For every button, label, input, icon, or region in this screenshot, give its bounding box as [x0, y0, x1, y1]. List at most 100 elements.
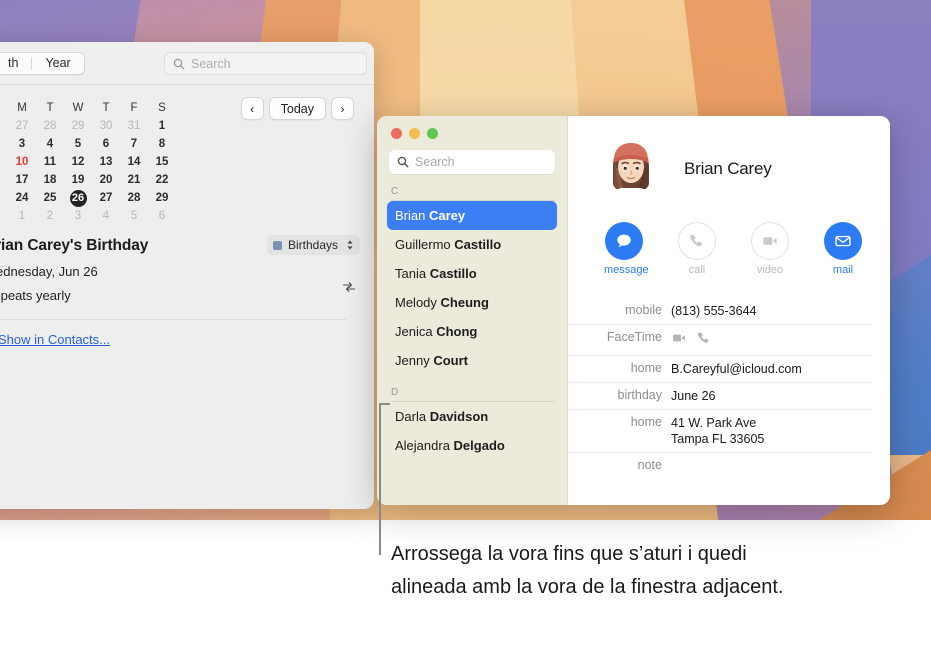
month-week-row: 30123456 — [0, 207, 178, 225]
day-cell[interactable]: 9 — [0, 153, 8, 171]
field-label: home — [630, 415, 662, 429]
contact-last-name: Davidson — [429, 409, 489, 424]
view-segmented-control[interactable]: th Year — [0, 51, 85, 75]
day-cell[interactable]: 29 — [64, 117, 92, 135]
contact-list-item[interactable]: Alejandra Delgado — [387, 431, 557, 460]
day-cell[interactable]: 23 — [0, 189, 8, 207]
contact-field-row[interactable]: home 41 W. Park Ave Tampa FL 33605 — [568, 409, 872, 452]
day-cell[interactable]: 15 — [148, 153, 176, 171]
day-cell[interactable]: 21 — [120, 171, 148, 189]
contact-list-item[interactable]: Guillermo Castillo — [387, 230, 557, 259]
day-cell[interactable]: 12 — [64, 153, 92, 171]
calendar-window: th Year Search ‹ Today › SMTWTFS 2627282… — [0, 42, 374, 509]
zoom-button-icon[interactable] — [427, 128, 438, 139]
month-week-row: 2627282930311 — [0, 117, 178, 135]
contact-list-item[interactable]: Tania Castillo — [387, 259, 557, 288]
contact-field-row[interactable]: mobile (813) 555-3644 — [568, 298, 872, 324]
field-value: (813) 555-3644 — [671, 303, 756, 319]
action-call[interactable]: call — [677, 222, 717, 276]
day-cell[interactable]: 8 — [148, 135, 176, 153]
contacts-window: Search C Brian Carey Guillermo Castillo Tan… — [377, 116, 890, 505]
day-cell[interactable]: 7 — [120, 135, 148, 153]
contact-detail-panel: Brian Carey message call video mail mobile (… — [568, 116, 890, 505]
contact-list-item[interactable]: Darla Davidson — [387, 402, 557, 431]
day-cell[interactable]: 2 — [36, 207, 64, 225]
day-cell[interactable]: 14 — [120, 153, 148, 171]
day-cell[interactable]: 27 — [8, 117, 36, 135]
day-cell[interactable]: 13 — [92, 153, 120, 171]
day-cell[interactable]: 10 — [8, 153, 36, 171]
segment-month[interactable]: th — [0, 53, 31, 74]
segment-year[interactable]: Year — [32, 53, 83, 74]
show-in-contacts-link[interactable]: Show in Contacts... — [0, 332, 110, 347]
contact-list-item[interactable]: Jenny Court — [387, 346, 557, 375]
contacts-search-placeholder: Search — [415, 155, 455, 169]
search-icon — [397, 156, 409, 168]
video-camera-icon[interactable] — [671, 330, 687, 350]
day-cell[interactable]: 22 — [148, 171, 176, 189]
action-message[interactable]: message — [604, 222, 649, 276]
weekday-label: W — [72, 102, 84, 114]
day-cell[interactable]: 2 — [0, 135, 8, 153]
day-cell[interactable]: 19 — [64, 171, 92, 189]
day-cell[interactable]: 25 — [36, 189, 64, 207]
contact-card-header: Brian Carey — [568, 116, 890, 200]
contact-list-item[interactable]: Brian Carey — [387, 201, 557, 230]
contact-field-row[interactable]: birthday June 26 — [568, 382, 872, 409]
day-cell[interactable]: 5 — [64, 135, 92, 153]
day-cell[interactable]: 6 — [148, 207, 176, 225]
contacts-sidebar: Search C Brian Carey Guillermo Castillo Tan… — [377, 116, 568, 505]
day-cell[interactable]: 3 — [64, 207, 92, 225]
calendar-selector-popup[interactable]: Birthdays — [266, 235, 360, 255]
day-cell[interactable]: 20 — [92, 171, 120, 189]
contact-list-item[interactable]: Jenica Chong — [387, 317, 557, 346]
phone-icon[interactable] — [696, 330, 712, 350]
month-grid: SMTWTFS 26272829303112345678910111213141… — [0, 85, 188, 229]
day-cell[interactable]: 4 — [92, 207, 120, 225]
contact-field-row[interactable]: FaceTime — [568, 324, 872, 355]
day-cell[interactable]: 18 — [36, 171, 64, 189]
contact-fields: mobile (813) 555-3644 FaceTime home B.Careyf… — [568, 298, 872, 477]
day-cell[interactable]: 1 — [8, 207, 36, 225]
day-cell[interactable]: 28 — [36, 117, 64, 135]
day-cell[interactable]: 26 — [0, 117, 8, 135]
day-cell[interactable]: 1 — [148, 117, 176, 135]
field-value: B.Careyful@icloud.com — [671, 361, 802, 377]
day-cell[interactable]: 3 — [8, 135, 36, 153]
calendar-search-field[interactable]: Search — [164, 52, 367, 75]
day-cell[interactable]: 16 — [0, 171, 8, 189]
next-month-button[interactable]: › — [331, 97, 354, 120]
day-cell[interactable]: 31 — [120, 117, 148, 135]
message-bubble-icon — [605, 222, 643, 260]
contact-list-item[interactable]: Melody Cheung — [387, 288, 557, 317]
chevron-updown-icon — [346, 239, 354, 251]
contact-field-row[interactable]: note — [568, 452, 872, 477]
contact-first-name: Jenny — [395, 353, 434, 368]
day-cell[interactable]: 28 — [120, 189, 148, 207]
day-cell[interactable]: 30 — [92, 117, 120, 135]
divider — [0, 319, 346, 320]
day-cell[interactable]: 6 — [92, 135, 120, 153]
close-button-icon[interactable] — [391, 128, 402, 139]
day-cell[interactable]: 27 — [92, 189, 120, 207]
calendar-color-swatch — [272, 240, 282, 250]
memoji-avatar[interactable] — [600, 138, 662, 200]
previous-month-button[interactable]: ‹ — [240, 97, 264, 120]
day-cell[interactable]: 30 — [0, 207, 8, 225]
day-cell[interactable]: 17 — [8, 171, 36, 189]
day-cell[interactable]: 26 — [64, 189, 92, 207]
action-video[interactable]: video — [750, 222, 790, 276]
today-button[interactable]: Today — [268, 97, 326, 120]
action-mail[interactable]: mail — [823, 222, 863, 276]
day-cell[interactable]: 5 — [120, 207, 148, 225]
contact-field-row[interactable]: home B.Careyful@icloud.com — [568, 355, 872, 382]
minimize-button-icon[interactable] — [409, 128, 420, 139]
day-cell[interactable]: 29 — [148, 189, 176, 207]
day-cell[interactable]: 11 — [36, 153, 64, 171]
field-label: note — [637, 458, 662, 472]
video-camera-icon — [751, 222, 789, 260]
day-cell[interactable]: 4 — [36, 135, 64, 153]
contacts-search-field[interactable]: Search — [389, 150, 555, 174]
event-repeat-line: Repeats yearly — [0, 288, 71, 303]
day-cell[interactable]: 24 — [8, 189, 36, 207]
